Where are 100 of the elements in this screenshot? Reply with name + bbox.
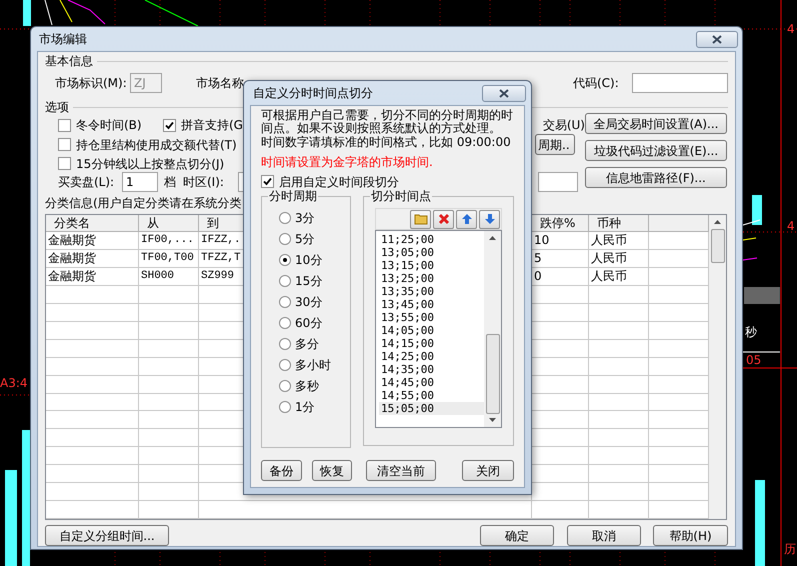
- list-item[interactable]: 14;15;00: [379, 337, 484, 350]
- list-item[interactable]: 13;45;00: [379, 298, 484, 311]
- radio-label: 1分: [295, 398, 315, 416]
- list-item[interactable]: 14;35;00: [379, 363, 484, 376]
- field-label: 代码(C):: [573, 75, 620, 92]
- radio-button[interactable]: [279, 296, 291, 308]
- table-cell: 金融期货: [46, 232, 139, 249]
- checkbox[interactable]: [58, 138, 71, 151]
- column-header[interactable]: 分类名: [46, 215, 139, 231]
- toolbar-button[interactable]: [410, 210, 431, 228]
- list-item[interactable]: 14;25;00: [379, 350, 484, 363]
- field-label: 买卖盘(L):: [58, 174, 116, 191]
- checkbox[interactable]: [163, 118, 176, 132]
- column-header[interactable]: 币种: [589, 215, 649, 231]
- checkbox-label: 冬令时间(B): [76, 117, 142, 134]
- candle: [23, 0, 31, 26]
- radio-label: 30分: [295, 294, 322, 310]
- radio-button[interactable]: [279, 212, 291, 224]
- list-item[interactable]: 13;35;00: [379, 285, 484, 298]
- list-item[interactable]: 14;45;00: [379, 376, 484, 389]
- price-line: [742, 258, 758, 260]
- price-line: [44, 0, 52, 26]
- chart-label: 05: [746, 353, 762, 367]
- scroll-thumb[interactable]: [710, 229, 724, 263]
- close-icon: [499, 88, 509, 98]
- chart-label: 秒: [745, 325, 757, 339]
- list-item[interactable]: 11;25;00: [379, 233, 484, 246]
- radio-button[interactable]: [279, 254, 291, 266]
- scroll-down-icon: [488, 417, 497, 423]
- close-button[interactable]: [482, 84, 526, 102]
- price-line: [144, 0, 198, 26]
- table-cell: 人民币: [589, 268, 649, 285]
- price-line: [742, 220, 760, 226]
- radio-button[interactable]: [279, 338, 291, 350]
- field-label: 市场标识(M):: [55, 75, 128, 92]
- clear-current-button[interactable]: 清空当前: [366, 460, 436, 481]
- format-hint-text: 时间数字请填标准的时间格式，比如 09:00:00: [261, 135, 512, 149]
- checkbox[interactable]: [261, 175, 274, 188]
- table-cell: 人民币: [589, 232, 649, 249]
- arrow-up-icon: [460, 213, 472, 225]
- section-heading: 选项: [45, 99, 69, 116]
- chart-bar: [744, 287, 780, 304]
- column-header[interactable]: 从: [139, 215, 199, 231]
- table-cell: 金融期货: [46, 250, 139, 267]
- delete-icon: [438, 213, 450, 225]
- window-title: 市场编辑: [38, 31, 87, 48]
- checkbox-label: 启用自定义时间段切分: [279, 174, 399, 190]
- list-item[interactable]: 15;05;00: [379, 402, 484, 415]
- close-button[interactable]: [696, 30, 738, 48]
- warning-text: 时间请设置为金字塔的市场时间.: [261, 154, 434, 171]
- custom-group-time-button[interactable]: 自定义分组时间...: [45, 525, 169, 546]
- group-title: 分时周期: [268, 189, 318, 203]
- toolbar-button[interactable]: [479, 210, 500, 228]
- radio-button[interactable]: [279, 274, 291, 286]
- radio-button[interactable]: [279, 380, 291, 392]
- restore-button[interactable]: 恢复: [312, 460, 352, 481]
- radio-button[interactable]: [279, 316, 291, 328]
- period-button[interactable]: 周期..: [535, 134, 575, 155]
- radio-label: 10分: [295, 252, 322, 268]
- checkbox[interactable]: [58, 157, 71, 170]
- list-item[interactable]: 13;25;00: [379, 272, 484, 285]
- settings-button[interactable]: 全局交易时间设置(A)...: [585, 113, 727, 134]
- scrollbar[interactable]: [709, 215, 726, 519]
- ok-button[interactable]: 确定: [480, 525, 554, 546]
- settings-button[interactable]: 垃圾代码过滤设置(E)...: [585, 140, 727, 161]
- radio-label: 多小时: [295, 356, 331, 374]
- section-heading: 基本信息: [45, 53, 93, 70]
- arrow-down-icon: [484, 213, 496, 225]
- close-dialog-button[interactable]: 关闭: [462, 460, 514, 481]
- radio-label: 3分: [295, 210, 315, 226]
- time-point-list[interactable]: 11;25;00 13;05;00 13;15;00 13;25;00 13;35;00 13;45;00 13;55;00 14;05;00 14;15;00 14;25;00 14;35;00 14;45;00 14;55;00 15;05;00: [375, 230, 502, 428]
- price-line: [742, 238, 756, 240]
- scroll-thumb[interactable]: [486, 334, 500, 414]
- settings-button[interactable]: 信息地雷路径(F)...: [585, 167, 727, 188]
- toolbar-button[interactable]: [433, 210, 454, 228]
- table-cell: 人民币: [589, 250, 649, 267]
- toolbar-button[interactable]: [456, 210, 477, 228]
- cancel-button[interactable]: 取消: [567, 525, 641, 546]
- radio-label: 多分: [295, 336, 319, 352]
- help-button[interactable]: 帮助(H): [653, 525, 728, 546]
- list-item[interactable]: 14;05;00: [379, 324, 484, 337]
- radio-button[interactable]: [279, 358, 291, 370]
- scrollbar[interactable]: [484, 231, 501, 427]
- text-field[interactable]: [538, 172, 578, 192]
- table-cell: SH000: [139, 268, 199, 285]
- checkbox-label: 持仓里结构使用成交额代替(T): [76, 136, 237, 154]
- radio-label: 60分: [295, 314, 322, 332]
- list-item[interactable]: 14;55;00: [379, 389, 484, 402]
- chart-label: 4: [787, 22, 795, 36]
- order-book-field[interactable]: 1: [122, 172, 158, 192]
- radio-button[interactable]: [279, 400, 291, 412]
- scroll-up-icon: [488, 235, 497, 241]
- list-item[interactable]: 13;55;00: [379, 311, 484, 324]
- table-cell: 金融期货: [46, 268, 139, 285]
- checkbox[interactable]: [58, 118, 71, 132]
- code-field[interactable]: [632, 73, 728, 93]
- backup-button[interactable]: 备份: [261, 460, 302, 481]
- checkbox-label: 15分钟线以上按整点切分(J): [76, 156, 224, 172]
- radio-button[interactable]: [279, 232, 291, 244]
- chart-label: 历: [784, 542, 796, 556]
